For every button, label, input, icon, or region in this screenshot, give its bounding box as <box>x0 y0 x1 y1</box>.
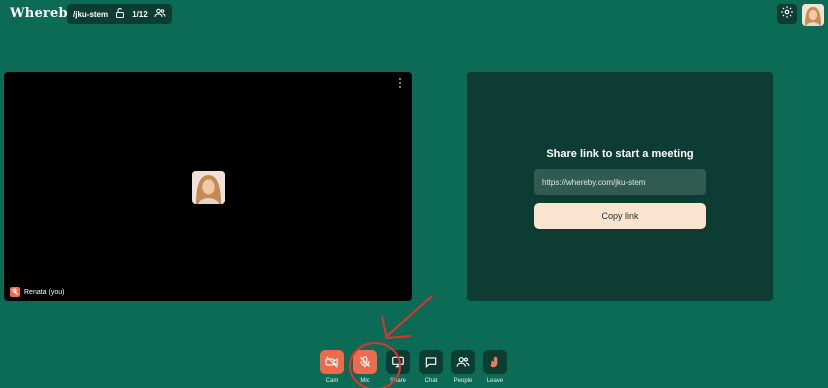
self-video-tile[interactable]: Renata (you) <box>4 72 412 301</box>
chat-button[interactable] <box>419 350 443 374</box>
screen-share-icon <box>386 350 410 374</box>
gear-icon <box>780 5 794 24</box>
chat-label: Chat <box>424 378 438 384</box>
cam-label: Cam <box>325 378 339 384</box>
people-label: People <box>453 378 473 384</box>
self-name: Renata (you) <box>24 288 65 296</box>
copy-link-button[interactable]: Copy link <box>534 203 706 229</box>
people-button[interactable] <box>451 350 475 374</box>
annotation-arrow <box>381 295 433 339</box>
share-label: Share <box>389 378 406 384</box>
mic-label: Mic <box>360 378 370 384</box>
mic-off-icon <box>353 350 377 374</box>
cam-off-icon <box>320 350 344 374</box>
share-link-panel: Share link to start a meeting https://wh… <box>467 72 773 301</box>
cam-button[interactable] <box>320 350 344 374</box>
room-name: /jku-stem <box>73 9 109 19</box>
lock-open-icon <box>114 7 126 21</box>
leave-hand-icon <box>483 350 507 374</box>
brand-logo[interactable]: Whereby <box>10 6 76 21</box>
mic-button[interactable] <box>353 350 377 374</box>
mic-off-icon <box>10 287 20 297</box>
chat-icon <box>419 350 443 374</box>
share-screen-button[interactable] <box>386 350 410 374</box>
leave-label: Leave <box>486 378 504 384</box>
room-info-pill[interactable]: /jku-stem 1/12 <box>67 4 172 24</box>
participant-count: 1/12 <box>132 9 148 19</box>
user-avatar[interactable] <box>802 4 824 26</box>
self-avatar <box>192 171 225 204</box>
self-name-tag: Renata (you) <box>10 287 64 297</box>
meeting-url-field[interactable]: https://whereby.com/jku-stem <box>534 169 706 195</box>
settings-button[interactable] <box>777 4 797 24</box>
people-icon <box>451 350 475 374</box>
share-title: Share link to start a meeting <box>546 148 694 160</box>
people-icon <box>154 7 166 21</box>
leave-button[interactable] <box>483 350 507 374</box>
tile-menu-button[interactable] <box>395 78 405 88</box>
